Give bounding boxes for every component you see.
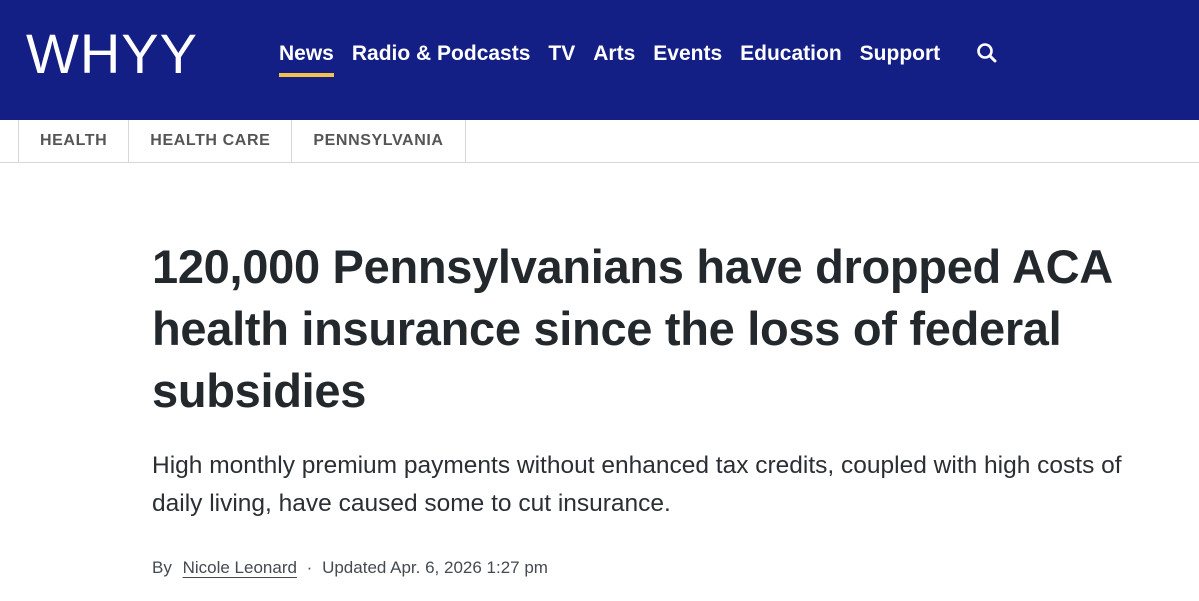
search-icon	[977, 43, 997, 63]
search-button[interactable]	[974, 41, 1000, 67]
topic-tags: HEALTH HEALTH CARE PENNSYLVANIA	[18, 120, 466, 162]
updated-timestamp: Updated Apr. 6, 2026 1:27 pm	[322, 558, 548, 577]
nav-item-news[interactable]: News	[279, 40, 334, 77]
tag-pennsylvania[interactable]: PENNSYLVANIA	[292, 120, 466, 162]
nav-item-radio-podcasts[interactable]: Radio & Podcasts	[352, 40, 531, 68]
byline-prefix: By	[152, 558, 172, 577]
tag-health-care[interactable]: HEALTH CARE	[129, 120, 293, 162]
topic-tag-bar: HEALTH HEALTH CARE PENNSYLVANIA	[0, 120, 1199, 163]
article-dek: High monthly premium payments without en…	[152, 452, 1122, 517]
nav-item-events[interactable]: Events	[653, 40, 722, 68]
nav-item-arts[interactable]: Arts	[593, 40, 635, 68]
nav-item-tv[interactable]: TV	[548, 40, 575, 68]
byline: By Nicole Leonard · Updated Apr. 6, 2026…	[152, 556, 548, 580]
site-header: WHYY News Radio & Podcasts TV Arts Event…	[0, 0, 1199, 120]
whyy-logo[interactable]: WHYY	[26, 26, 198, 82]
nav-item-education[interactable]: Education	[740, 40, 842, 68]
article-headline: 120,000 Pennsylvanians have dropped ACA …	[152, 240, 1112, 417]
byline-separator: ·	[306, 558, 313, 577]
main-nav: News Radio & Podcasts TV Arts Events Edu…	[279, 40, 958, 77]
tag-health[interactable]: HEALTH	[19, 120, 130, 162]
nav-item-support[interactable]: Support	[860, 40, 940, 68]
author-link[interactable]: Nicole Leonard	[183, 558, 297, 577]
